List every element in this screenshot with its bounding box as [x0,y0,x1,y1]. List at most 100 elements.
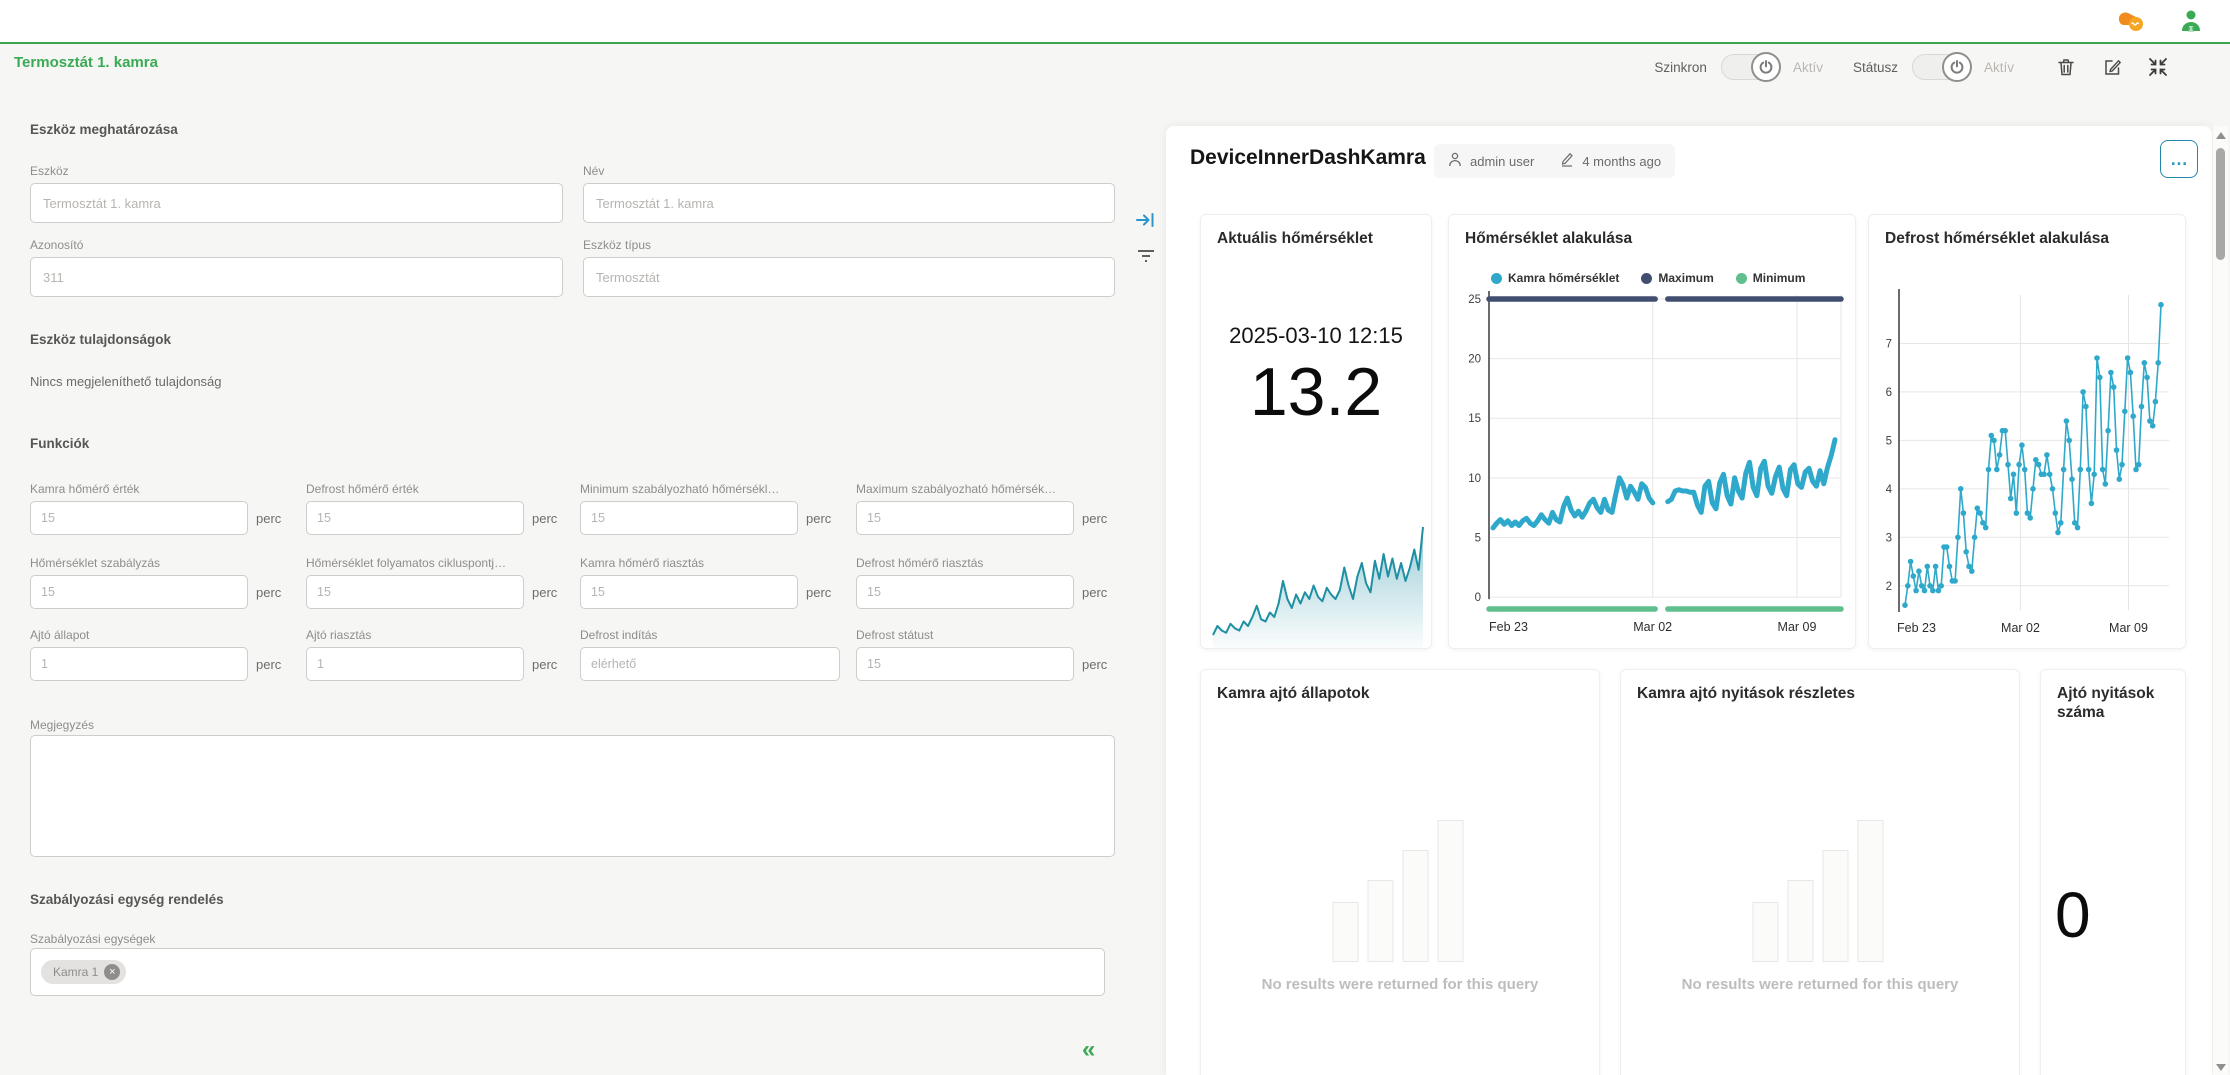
svg-text:Mar 09: Mar 09 [1778,620,1817,634]
unit-label: perc [256,511,281,526]
compress-icon[interactable] [2148,57,2168,77]
collapse-panel-button[interactable]: « [1082,1036,1095,1064]
chip-label: Kamra 1 [53,965,98,979]
svg-text:Mar 09: Mar 09 [2109,621,2148,635]
delete-icon[interactable] [2056,57,2076,77]
card-title: Kamra ajtó nyitások részletes [1637,684,1855,703]
units-multiselect[interactable]: Kamra 1 × [30,948,1105,996]
svg-text:0: 0 [1475,592,1481,604]
field-label: Defrost hőmérő érték [306,482,557,496]
field-label: Kamra hőmérő érték [30,482,281,496]
svg-text:3: 3 [1886,532,1892,544]
unit-label: perc [532,585,557,600]
defrost-riasztas-input[interactable] [856,575,1074,609]
max-szabalyozhato-input[interactable] [856,501,1074,535]
svg-text:Mar 02: Mar 02 [2001,621,2040,635]
empty-state-bars [1753,820,1888,962]
card-defrost-history: Defrost hőmérséklet alakulása 234567Feb … [1868,214,2186,649]
chip-kamra-1[interactable]: Kamra 1 × [41,960,126,984]
dashboard-scrollbar[interactable] [2213,126,2228,1075]
empty-state-text: No results were returned for this query [1201,976,1599,993]
homerseklet-szabalyzas-input[interactable] [30,575,248,609]
door-opens-count-value: 0 [2055,878,2091,952]
card-title: Kamra ajtó állapotok [1217,684,1369,703]
scrollbar-thumb[interactable] [2216,148,2225,260]
field-label: Hőmérséklet folyamatos cikluspontj… [306,556,557,570]
unit-label: perc [532,657,557,672]
page-title: Termosztát 1. kamra [14,54,158,71]
filter-icon[interactable] [1137,249,1155,268]
svg-text:10: 10 [1468,473,1481,485]
field-label: Hőmérséklet szabályzás [30,556,281,570]
top-bar [0,0,2230,44]
section-props-heading: Eszköz tulajdonságok [30,332,171,347]
statusz-toggle[interactable] [1912,54,1970,80]
person-icon [1448,152,1462,170]
expand-right-icon[interactable] [1136,212,1156,233]
user-account-icon[interactable] [2180,9,2202,38]
dashboard-meta: admin user 4 months ago [1434,144,1675,178]
units-label: Szabályozási egységek [30,932,155,946]
min-szabalyozhato-input[interactable] [580,501,798,535]
props-empty-text: Nincs megjeleníthető tulajdonság [30,374,222,389]
ajto-allapot-input[interactable] [30,647,248,681]
power-icon [1942,52,1972,82]
defrost-inditas-input[interactable] [580,647,840,681]
brand-logo-icon [2116,8,2146,39]
card-title: Ajtó nyitások száma [2057,684,2171,723]
defrost-statust-input[interactable] [856,647,1074,681]
scroll-down-arrow[interactable] [2216,1064,2226,1071]
szinkron-label: Szinkron [1654,60,1707,75]
svg-text:15: 15 [1468,413,1481,425]
statusz-label: Státusz [1853,60,1898,75]
svg-text:6: 6 [1886,387,1892,399]
statusz-state: Aktív [1984,60,2014,75]
svg-text:2: 2 [1886,581,1892,593]
memo-label: Megjegyzés [30,718,94,732]
azonosito-label: Azonosító [30,238,563,252]
svg-text:25: 25 [1468,294,1481,306]
unit-label: perc [256,657,281,672]
nev-label: Név [583,164,1115,178]
field-label: Ajtó állapot [30,628,281,642]
eszkoz-tipus-label: Eszköz típus [583,238,1115,252]
section-device-heading: Eszköz meghatározása [30,122,178,137]
dashboard-panel: DeviceInnerDashKamra admin user 4 months… [1166,126,2212,1075]
edit-icon[interactable] [2102,57,2122,77]
dashboard-title: DeviceInnerDashKamra [1190,146,1426,170]
field-label: Defrost státust [856,628,1107,642]
kamra-riasztas-input[interactable] [580,575,798,609]
svg-text:4: 4 [1886,484,1893,496]
dashboard-more-menu-button[interactable]: … [2160,140,2198,178]
szinkron-toggle[interactable] [1721,54,1779,80]
szinkron-state: Aktív [1793,60,1823,75]
card-door-states: Kamra ajtó állapotok No results were ret… [1200,669,1600,1075]
svg-text:Mar 02: Mar 02 [1633,620,1672,634]
empty-state-bars [1333,820,1468,962]
unit-label: perc [256,585,281,600]
unit-label: perc [532,511,557,526]
svg-text:7: 7 [1886,338,1892,350]
power-icon [1751,52,1781,82]
kamra-homero-ertek-input[interactable] [30,501,248,535]
field-label: Ajtó riasztás [306,628,557,642]
ciklus-input[interactable] [306,575,524,609]
section-functions-heading: Funkciók [30,436,89,451]
nev-input[interactable] [583,183,1115,223]
field-label: Defrost indítás [580,628,840,642]
field-label: Maximum szabályozható hőmérsék… [856,482,1107,496]
section-units-heading: Szabályozási egység rendelés [30,892,224,907]
memo-textarea[interactable] [30,735,1115,857]
eszkoz-tipus-input[interactable] [583,257,1115,297]
field-label: Defrost hőmérő riasztás [856,556,1107,570]
chip-remove-icon[interactable]: × [104,964,120,980]
card-current-temperature: Aktuális hőmérséklet 2025-03-10 12:15 13… [1200,214,1432,649]
unit-label: perc [1082,585,1107,600]
scroll-up-arrow[interactable] [2216,132,2226,139]
ajto-riasztas-input[interactable] [306,647,524,681]
card-temperature-history: Hőmérséklet alakulása Kamra hőmérséklet … [1448,214,1856,649]
svg-text:Feb 23: Feb 23 [1489,620,1528,634]
eszkoz-input[interactable] [30,183,563,223]
azonosito-input[interactable] [30,257,563,297]
defrost-homero-ertek-input[interactable] [306,501,524,535]
